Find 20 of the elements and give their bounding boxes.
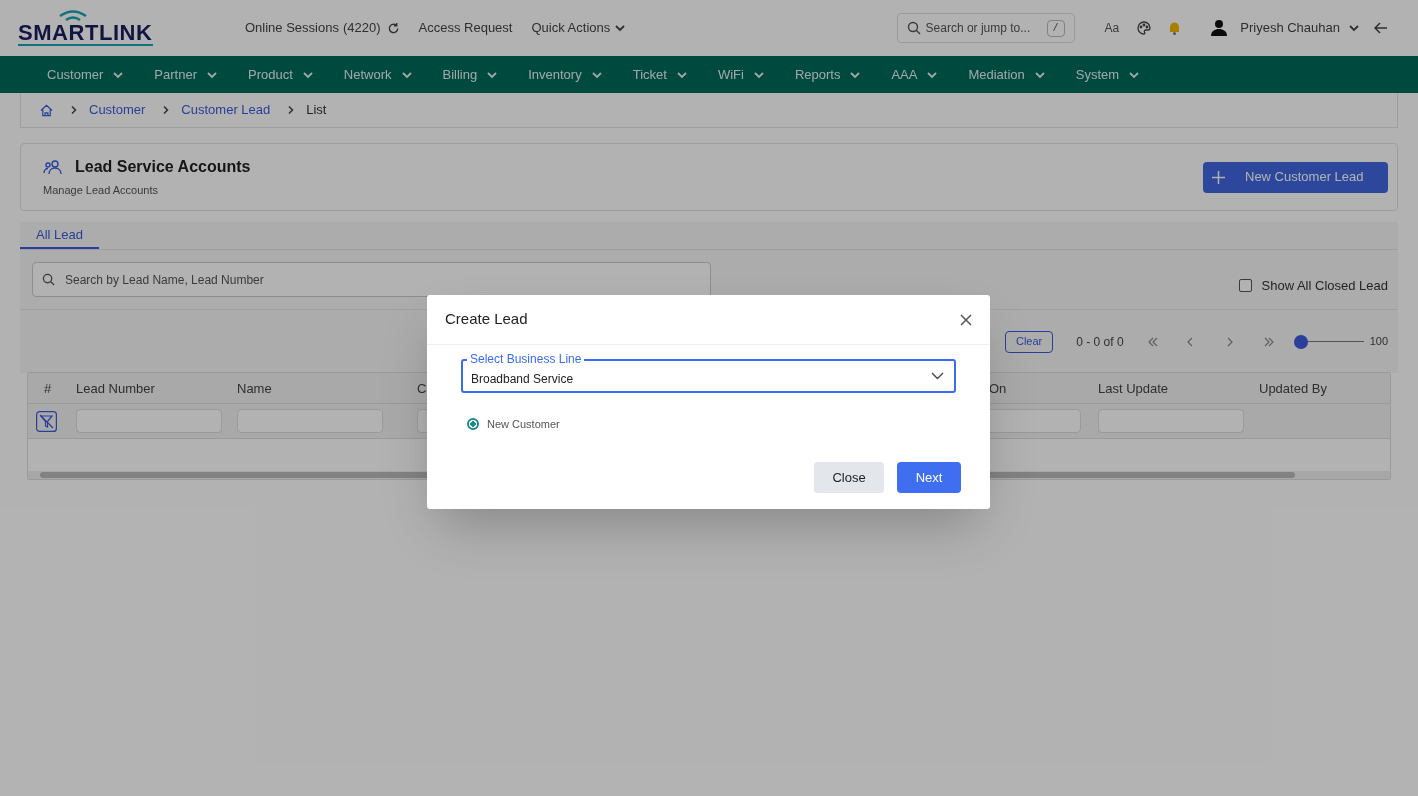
page-size-value: 100 [1369,334,1388,350]
column-header: Updated By [1259,381,1327,396]
shortcut-key: / [1046,20,1065,37]
page-subtitle: Manage Lead Accounts [43,183,159,199]
select-label: Select Business Line [467,352,585,366]
select-value: Broadband Service [471,371,574,388]
page-title: Lead Service Accounts [75,157,251,178]
session-count: (4220) [342,19,381,38]
pagination-range: 0 - 0 of 0 [1076,333,1124,351]
show-closed-label: Show All Closed Lead [1261,276,1388,295]
column-header: Name [237,381,272,396]
dialog-title: Create Lead [445,309,528,330]
column-header: On [989,381,1007,396]
column-header: C [417,381,427,396]
column-header: Lead Number [76,381,155,396]
column-header: # [44,381,52,396]
logo: SMARTLINK [18,22,153,46]
breadcrumb-current: List [306,101,327,120]
radio-label: New Customer [487,417,560,432]
column-header: Last Update [1098,381,1169,396]
